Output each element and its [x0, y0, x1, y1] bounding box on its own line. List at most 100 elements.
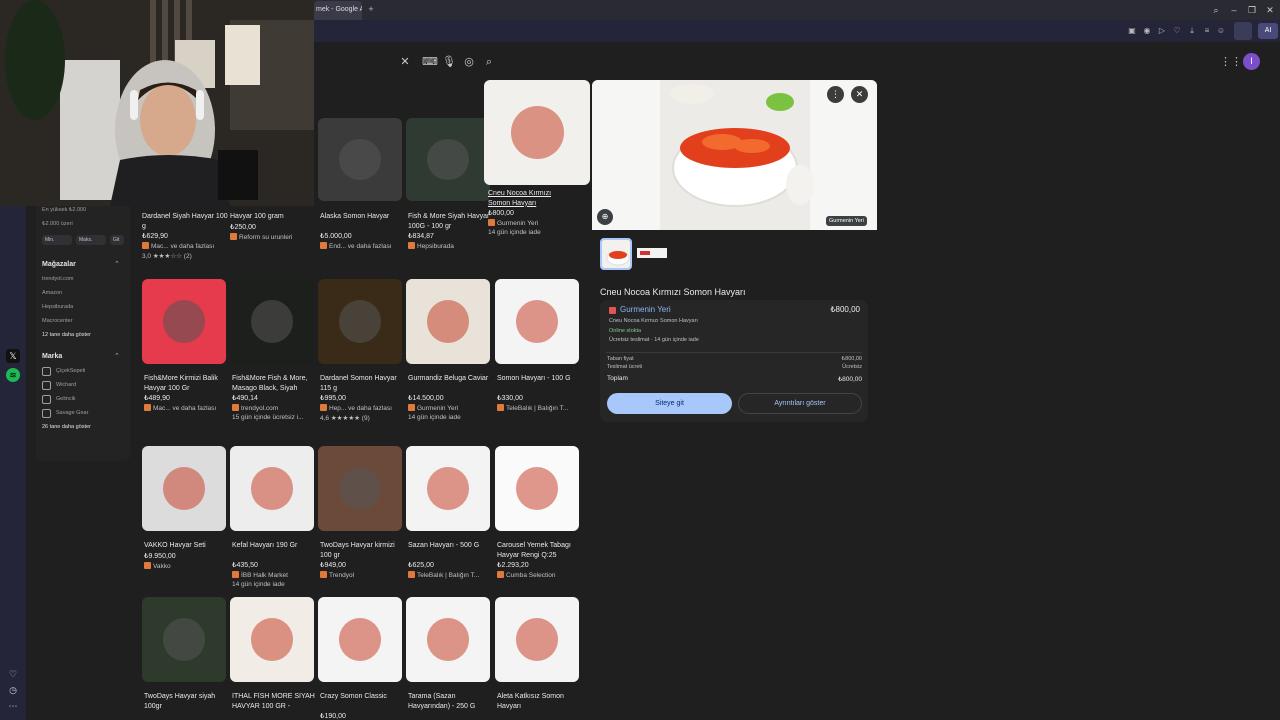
- product-store[interactable]: İBB Halk Market: [232, 571, 288, 579]
- price-go-button[interactable]: Git: [110, 235, 124, 245]
- show-details-button[interactable]: Ayrıntıları göster: [738, 393, 862, 414]
- spotify-icon[interactable]: ≋: [6, 368, 20, 382]
- product-title[interactable]: Sazan Havyarı - 500 G: [408, 541, 494, 551]
- more-icon[interactable]: ⋯: [6, 699, 20, 713]
- product-store[interactable]: trendyol.com: [232, 404, 278, 412]
- product-title[interactable]: TwoDays Havyar siyah 100gr: [144, 692, 230, 711]
- brand-option[interactable]: Wichard: [56, 382, 76, 388]
- price-max-input[interactable]: Maks.: [76, 235, 106, 245]
- product-image[interactable]: [318, 118, 402, 201]
- product-title[interactable]: VAKKO Havyar Seti: [144, 541, 230, 551]
- apps-grid-icon[interactable]: ⋮⋮: [1220, 55, 1242, 69]
- product-image[interactable]: [142, 446, 226, 531]
- brand-checkbox[interactable]: [42, 367, 51, 376]
- store-option[interactable]: Hepsiburada: [42, 304, 73, 310]
- product-title[interactable]: Tarama (Sazan Havyarından) - 250 G: [408, 692, 494, 711]
- lens-icon[interactable]: ◎: [462, 55, 476, 69]
- store-option[interactable]: Macrocenter: [42, 318, 73, 324]
- product-title[interactable]: Somon Havyarı - 100 G: [497, 374, 583, 384]
- detail-thumbnail[interactable]: [636, 238, 668, 270]
- search-icon[interactable]: ⌕: [482, 55, 496, 69]
- product-image[interactable]: [406, 118, 490, 201]
- product-image[interactable]: [318, 279, 402, 364]
- product-image[interactable]: [406, 279, 490, 364]
- chevron-up-icon[interactable]: ⌃: [114, 260, 120, 268]
- brand-option[interactable]: ÇiçekSepeti: [56, 368, 85, 374]
- product-store[interactable]: Mac... ve daha fazlası: [142, 242, 214, 250]
- product-store[interactable]: Mac... ve daha fazlası: [144, 404, 216, 412]
- play-icon[interactable]: ▷: [1156, 25, 1168, 37]
- store-label[interactable]: Gurmenin Yeri: [826, 216, 867, 226]
- detail-thumbnail[interactable]: [600, 238, 632, 270]
- product-title[interactable]: Fish & More Siyah Havyar 100G - 100 gr: [408, 212, 494, 231]
- product-store[interactable]: End... ve daha fazlası: [320, 242, 392, 250]
- product-title[interactable]: Gurmandiz Beluga Caviar: [408, 374, 494, 384]
- product-title[interactable]: TwoDays Havyar kirmizi 100 gr: [320, 541, 406, 560]
- product-store[interactable]: TeleBalık | Balığın T...: [497, 404, 568, 412]
- more-options-icon[interactable]: ⋮: [827, 86, 844, 103]
- product-store[interactable]: Trendyol: [320, 571, 354, 579]
- product-image[interactable]: [495, 279, 579, 364]
- product-store[interactable]: Hep... ve daha fazlası: [320, 404, 392, 412]
- product-title[interactable]: Fish&More Fish & More, Masago Black, Siy…: [232, 374, 318, 393]
- product-title[interactable]: Dardanel Somon Havyar 115 g: [320, 374, 406, 393]
- product-image[interactable]: [484, 80, 590, 185]
- product-title[interactable]: Cneu Nocoa Kırmızı Somon Havyarı: [488, 189, 574, 208]
- product-image[interactable]: [318, 597, 402, 682]
- product-store[interactable]: Gurmenin Yeri: [408, 404, 458, 412]
- product-title[interactable]: Dardanel Siyah Havyar 100 g: [142, 212, 228, 231]
- download-icon[interactable]: ⤓: [1186, 25, 1198, 37]
- product-title[interactable]: Crazy Somon Classic: [320, 692, 406, 702]
- clear-search-icon[interactable]: ✕: [398, 55, 412, 69]
- active-tab[interactable]: mek - Google Al: [314, 1, 362, 20]
- restore-icon[interactable]: ❐: [1244, 3, 1260, 17]
- brand-checkbox[interactable]: [42, 395, 51, 404]
- menu-icon[interactable]: ≡: [1201, 25, 1213, 37]
- product-store[interactable]: Hepsiburada: [408, 242, 454, 250]
- brand-option[interactable]: Savage Gear: [56, 410, 88, 416]
- product-image[interactable]: [230, 446, 314, 531]
- product-store[interactable]: Cumba Selection: [497, 571, 556, 579]
- product-store[interactable]: TeleBalık | Balığın T...: [408, 571, 479, 579]
- price-option[interactable]: ₺2.000 üzeri: [42, 221, 73, 227]
- profile-icon[interactable]: ☺: [1215, 25, 1227, 37]
- product-image[interactable]: [406, 446, 490, 531]
- search-tabs-icon[interactable]: ⌕: [1208, 3, 1224, 17]
- avatar[interactable]: I: [1243, 53, 1260, 70]
- brand-checkbox[interactable]: [42, 381, 51, 390]
- product-image[interactable]: [230, 597, 314, 682]
- heart-icon[interactable]: ♡: [1171, 25, 1183, 37]
- store-option[interactable]: Amazon: [42, 290, 62, 296]
- price-option[interactable]: En yüksek ₺2.000: [42, 207, 86, 213]
- show-more-brands[interactable]: 26 tane daha göster: [42, 424, 91, 430]
- visit-site-button[interactable]: Siteye git: [607, 393, 732, 414]
- price-min-input[interactable]: Min.: [42, 235, 72, 245]
- show-more-stores[interactable]: 12 tane daha göster: [42, 332, 91, 338]
- product-store[interactable]: Vakko: [144, 562, 171, 570]
- x-app-icon[interactable]: 𝕏: [6, 349, 20, 363]
- product-store[interactable]: Reform su urunleri: [230, 233, 292, 241]
- history-icon[interactable]: ◷: [6, 683, 20, 697]
- close-icon[interactable]: ✕: [851, 86, 868, 103]
- product-image[interactable]: [495, 446, 579, 531]
- product-title[interactable]: Kefal Havyarı 190 Gr: [232, 541, 318, 551]
- product-title[interactable]: Havyar 100 gram: [230, 212, 316, 222]
- product-image[interactable]: [495, 597, 579, 682]
- product-title[interactable]: Alaska Somon Havyar: [320, 212, 406, 222]
- close-window-icon[interactable]: ✕: [1262, 3, 1278, 17]
- extension-icon[interactable]: ▣: [1126, 25, 1138, 37]
- keyboard-icon[interactable]: ⌨: [422, 55, 438, 69]
- heart-sidebar-icon[interactable]: ♡: [6, 667, 20, 681]
- product-image[interactable]: [318, 446, 402, 531]
- product-image[interactable]: [230, 279, 314, 364]
- product-image[interactable]: [142, 597, 226, 682]
- product-title[interactable]: Carousel Yemek Tabagı Havyar Rengi Q:25: [497, 541, 583, 560]
- product-title[interactable]: Fish&More Kirmizi Balik Havyar 100 Gr: [144, 374, 230, 393]
- product-image[interactable]: [142, 279, 226, 364]
- product-store[interactable]: Gurmenin Yeri: [488, 219, 538, 227]
- brand-option[interactable]: Gelincik: [56, 396, 76, 402]
- ai-button[interactable]: AI: [1258, 23, 1278, 39]
- product-title[interactable]: İTHAL FİSH MORE SİYAH HAVYAR 100 GR - Şa…: [232, 692, 318, 711]
- camera-icon[interactable]: ◉: [1141, 25, 1153, 37]
- product-image[interactable]: [406, 597, 490, 682]
